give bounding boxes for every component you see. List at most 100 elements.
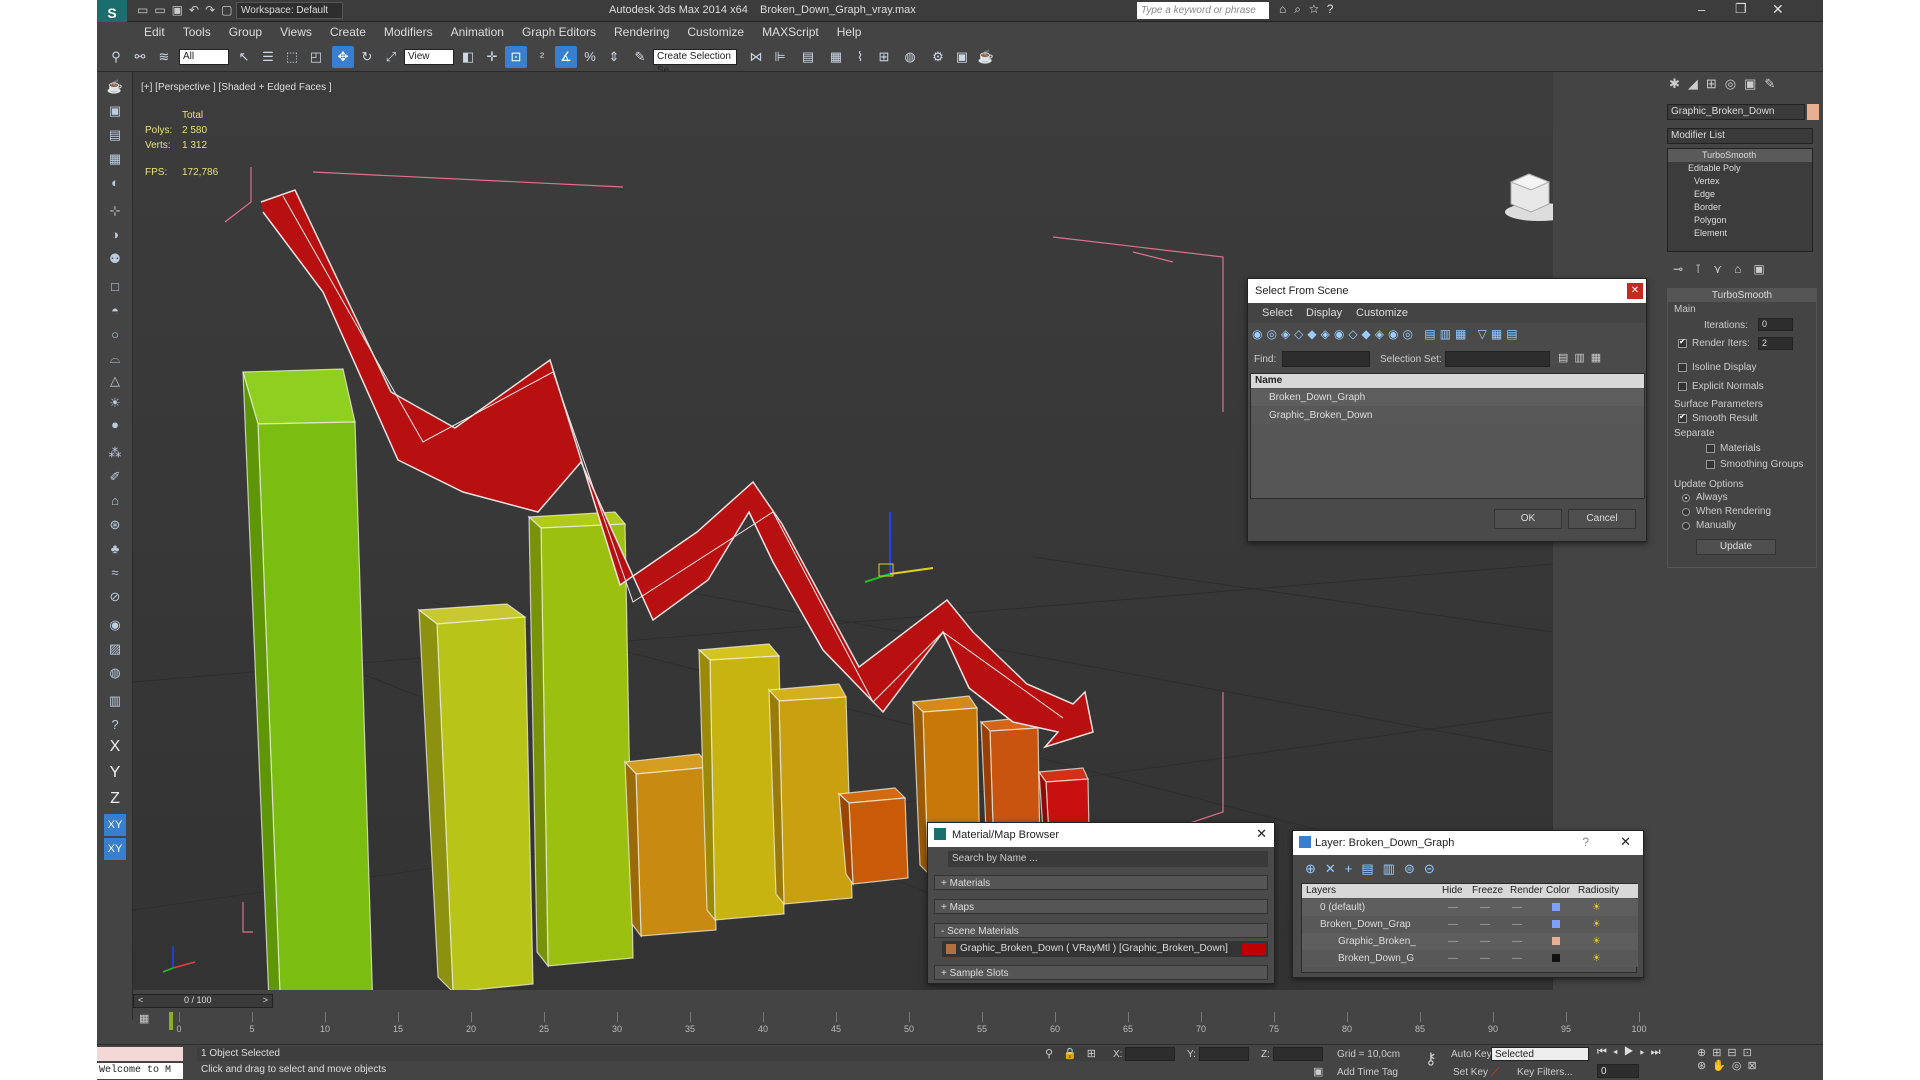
select-filter-toolbar[interactable]: ◉◎◈◇◆◈◉◇◆◈◉◎ ▤▥▦ ▽▦▤ <box>1252 327 1642 347</box>
environment-icon[interactable]: ◍ <box>104 662 126 684</box>
layer-toggle-dots[interactable]: ——— <box>1448 899 1544 916</box>
manipulate-icon[interactable]: ✛ <box>481 46 503 68</box>
cloth-icon[interactable]: ⊘ <box>104 586 126 608</box>
modifier-list-dropdown[interactable]: Modifier List <box>1667 128 1813 144</box>
maxscript-listener[interactable]: Welcome to M <box>97 1063 183 1079</box>
sample-slots-section[interactable]: + Sample Slots <box>934 965 1268 980</box>
scene-materials-section[interactable]: - Scene Materials <box>934 923 1268 938</box>
maximize-button[interactable]: ❐ <box>1735 1 1747 17</box>
stack-turbosmooth[interactable]: TurboSmooth <box>1668 149 1812 162</box>
particles-icon[interactable]: ⁂ <box>104 442 126 464</box>
viewcube-icon[interactable] <box>1505 173 1553 221</box>
search-field[interactable]: Type a keyword or phrase <box>1137 2 1269 19</box>
texture-icon[interactable]: ▨ <box>104 638 126 660</box>
select-rotate-icon[interactable]: ↻ <box>356 46 378 68</box>
menu-modifiers[interactable]: Modifiers <box>375 22 442 39</box>
select-object-icon[interactable]: ↖ <box>233 46 255 68</box>
infocenter-icons[interactable]: ⌂⌕☆? <box>1279 2 1341 17</box>
snaps-toggle-icon[interactable]: ² <box>531 46 553 68</box>
current-frame-field[interactable]: 0 <box>1597 1064 1639 1078</box>
material-editor-icon[interactable]: ◍ <box>899 46 921 68</box>
select-menu-select[interactable]: Select <box>1262 307 1293 319</box>
light-icon[interactable]: ◐ <box>104 172 126 194</box>
grid-icon[interactable]: ▦ <box>104 148 126 170</box>
track-bar[interactable]: 0 5 10 15 20 25 30 35 40 45 50 55 60 65 70 75 80 85 90 95 10… <box>169 1012 1649 1042</box>
find-input[interactable] <box>1282 351 1370 367</box>
update-button[interactable]: Update <box>1696 539 1776 555</box>
playback-controls[interactable]: ⏮◂▶▸⏭ <box>1597 1046 1667 1059</box>
selection-set-dropdown[interactable] <box>1445 351 1550 367</box>
close-button[interactable]: ✕ <box>1772 1 1784 18</box>
object-name-field[interactable]: Graphic_Broken_Down <box>1667 104 1805 120</box>
dome-icon[interactable]: ◓ <box>104 300 126 322</box>
pivot-center-icon[interactable]: ◧ <box>457 46 479 68</box>
radiosity-icon[interactable]: ☀ <box>1592 899 1601 916</box>
key-mode-dropdown[interactable]: Selected <box>1491 1047 1589 1061</box>
radiosity-icon[interactable]: ☀ <box>1592 950 1601 967</box>
plant-icon[interactable]: ♣ <box>104 538 126 560</box>
menu-rendering[interactable]: Rendering <box>605 22 678 39</box>
maxscript-listener-top[interactable] <box>97 1047 183 1061</box>
radiosity-icon[interactable]: ☀ <box>1592 933 1601 950</box>
edit-named-selection-icon[interactable]: ✎ <box>629 46 651 68</box>
batch-icon[interactable]: ▥ <box>104 690 126 712</box>
quick-access-icons[interactable]: ▭▭▣↶↷▢ <box>137 3 238 17</box>
track-bar-icon[interactable]: ▦ <box>139 1012 155 1026</box>
y-coordinate-field[interactable] <box>1199 1047 1249 1061</box>
time-slider[interactable]: < 0 / 100 > <box>133 994 273 1008</box>
layer-row[interactable]: Broken_Down_G ——— ☀ <box>1302 950 1638 967</box>
material-sphere-icon[interactable]: ◉ <box>104 614 126 636</box>
axis-x-constraint[interactable]: X <box>104 736 126 758</box>
sun-icon[interactable]: ☀ <box>104 392 126 414</box>
viewport-label[interactable]: [+] [Perspective ] [Shaded + Edged Faces… <box>141 82 332 93</box>
rollout-title[interactable]: TurboSmooth <box>1668 289 1816 302</box>
layer-toggle-dots[interactable]: ——— <box>1448 916 1544 933</box>
object-color-swatch[interactable] <box>1807 104 1819 120</box>
lock-icons[interactable]: ⚲🔒⊞ <box>1045 1047 1106 1060</box>
keyboard-shortcut-icon[interactable]: ⊡ <box>505 46 527 68</box>
col-radiosity[interactable]: Radiosity <box>1578 885 1619 896</box>
auto-key-button[interactable]: Auto Key <box>1451 1049 1492 1060</box>
time-tag-icon[interactable]: ▣ <box>1313 1065 1323 1078</box>
workspace-dropdown[interactable]: Workspace: Default <box>236 2 343 19</box>
stack-tools-icons[interactable]: ⊸⊺⋎⌂▣ <box>1673 262 1777 276</box>
select-menu-display[interactable]: Display <box>1306 307 1342 319</box>
add-time-tag[interactable]: Add Time Tag <box>1337 1067 1398 1078</box>
layer-toolbar-icons[interactable]: ⊕✕+▤▥⊜⊝ <box>1305 861 1444 877</box>
render-iters-checkbox[interactable] <box>1678 337 1687 348</box>
cone-icon[interactable]: △ <box>104 370 126 392</box>
select-move-icon[interactable]: ✥ <box>332 46 354 68</box>
helper-icon[interactable]: ⊹ <box>104 200 126 222</box>
render-setup-icon[interactable]: ⚙ <box>927 46 949 68</box>
key-icon[interactable]: ⚷ <box>1425 1049 1437 1069</box>
col-render[interactable]: Render <box>1510 885 1543 896</box>
stack-vertex[interactable]: Vertex <box>1668 175 1812 188</box>
layer-toggle-dots[interactable]: ——— <box>1448 933 1544 950</box>
graphite-toggle-icon[interactable]: ▦ <box>825 46 847 68</box>
named-selection-dropdown[interactable]: Create Selection Se <box>653 49 737 76</box>
material-search-input[interactable]: Search by Name ... <box>948 851 1268 867</box>
ok-button[interactable]: OK <box>1494 509 1562 529</box>
key-filters-button[interactable]: Key Filters... <box>1517 1067 1573 1078</box>
box-icon[interactable]: □ <box>104 276 126 298</box>
col-layers[interactable]: Layers <box>1306 885 1336 896</box>
layer-row[interactable]: Graphic_Broken_ ——— ☀ <box>1302 933 1638 950</box>
hair-icon[interactable]: ≈ <box>104 562 126 584</box>
unlink-icon[interactable]: ⚯ <box>129 46 151 68</box>
axis-z-constraint[interactable]: Z <box>104 788 126 810</box>
materials-section[interactable]: + Materials <box>934 875 1268 890</box>
scene-material-item[interactable]: Graphic_Broken_Down ( VRayMtl ) [Graphic… <box>942 941 1268 957</box>
when-rendering-radio[interactable] <box>1682 508 1690 516</box>
schematic-view-icon[interactable]: ⊞ <box>873 46 895 68</box>
select-menu-customize[interactable]: Customize <box>1356 307 1408 319</box>
col-color[interactable]: Color <box>1546 885 1570 896</box>
command-panel-tabs[interactable]: ✱◢⊞◎▣✎ <box>1663 76 1823 98</box>
col-freeze[interactable]: Freeze <box>1472 885 1503 896</box>
layer-color-swatch[interactable] <box>1552 903 1560 911</box>
layer-help-button[interactable]: ? <box>1582 835 1589 849</box>
manually-radio[interactable] <box>1682 522 1690 530</box>
stack-editable-poly[interactable]: Editable Poly <box>1668 162 1812 175</box>
axis-xy-constraint[interactable]: XY <box>104 814 126 836</box>
menu-help[interactable]: Help <box>828 22 871 39</box>
stack-element[interactable]: Element <box>1668 227 1812 240</box>
